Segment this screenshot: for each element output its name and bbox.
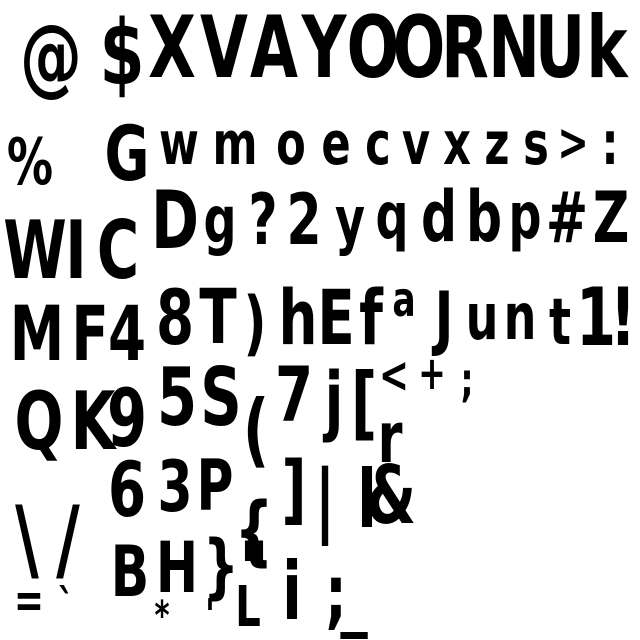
glyph-upper-s: S — [200, 351, 242, 444]
glyph-upper-k: K — [70, 375, 116, 468]
glyph-upper-a: A — [250, 0, 298, 98]
glyph-lower-d: d — [420, 176, 458, 258]
glyph-question-mark: ? — [248, 179, 278, 261]
glyph-upper-p: P — [196, 445, 234, 527]
glyph-lower-s: s — [523, 109, 549, 179]
glyph-digit-7: 7 — [274, 350, 314, 439]
glyph-upper-l: L — [235, 575, 261, 640]
glyph-equals: = — [13, 571, 45, 629]
glyph-upper-n: N — [488, 0, 540, 98]
glyph-upper-w: W — [3, 204, 67, 297]
glyph-pipe: | — [314, 453, 336, 546]
glyph-at: @ — [20, 6, 82, 106]
glyph-digit-1: 1 — [575, 271, 617, 364]
glyph-colon: : — [601, 109, 619, 179]
glyph-right-bracket: ] — [281, 444, 307, 533]
glyph-apostrophe: ' — [205, 590, 215, 640]
glyph-atlas: @ $ X V A Y O O R N Uk% Gw m o e c v x z s >: W I C Dg? 2 y q d b p # Z M… — [0, 0, 640, 640]
glyph-slash: / — [56, 487, 80, 592]
glyph-upper-f: F — [71, 289, 109, 378]
glyph-dollar: $ — [99, 1, 145, 106]
glyph-ampersand: & — [365, 449, 417, 542]
glyph-lower-u: u — [465, 281, 499, 355]
glyph-lower-m: m — [212, 109, 258, 179]
glyph-upper-q: Q — [14, 375, 64, 468]
glyph-upper-m: M — [9, 289, 65, 378]
glyph-backtick: ` — [57, 579, 75, 633]
glyph-lower-x: x — [443, 109, 471, 179]
glyph-upper-u: U — [534, 0, 586, 98]
glyph-lower-i: i — [282, 545, 302, 638]
glyph-lower-h: h — [278, 273, 318, 362]
glyph-upper-e: E — [317, 273, 355, 362]
glyph-lower-a: a — [392, 272, 416, 328]
glyph-lower-j: j — [324, 355, 344, 444]
glyph-lower-q: q — [375, 180, 409, 254]
glyph-underscore: _ — [340, 550, 368, 639]
glyph-digit-8: 8 — [155, 273, 195, 362]
glyph-lower-n: n — [503, 281, 537, 355]
glyph-upper-v: V — [200, 0, 248, 98]
glyph-hash: # — [545, 177, 589, 259]
glyph-plus: + — [418, 346, 446, 400]
glyph-upper-c: C — [96, 204, 140, 297]
glyph-upper-o: O — [392, 0, 446, 98]
glyph-asterisk: * — [154, 593, 170, 639]
glyph-lower-c: c — [365, 109, 391, 179]
glyph-lower-o: o — [276, 109, 306, 179]
glyph-upper-z: Z — [592, 177, 630, 259]
glyph-upper-g: G — [104, 109, 150, 198]
glyph-upper-y: Y — [301, 0, 347, 98]
glyph-lower-v: v — [401, 109, 431, 179]
glyph-lower-e: e — [321, 109, 351, 179]
glyph-upper-o: O — [346, 0, 400, 98]
glyph-lower-p: p — [508, 180, 542, 254]
glyph-exclamation: ! — [609, 271, 637, 364]
glyph-lower-t: t — [548, 286, 572, 360]
glyph-digit-5: 5 — [156, 351, 198, 444]
glyph-upper-x: X — [148, 0, 196, 98]
glyph-upper-d: D — [151, 174, 199, 267]
glyph-right-paren: ) — [243, 282, 267, 364]
glyph-lower-w: w — [159, 109, 199, 179]
glyph-upper-t: T — [199, 272, 237, 361]
glyph-lower-k: k — [586, 0, 628, 98]
glyph-digit-2: 2 — [286, 179, 322, 261]
glyph-upper-r: R — [441, 0, 489, 98]
glyph-left-paren: ( — [242, 383, 270, 476]
glyph-upper-b: B — [110, 531, 150, 613]
glyph-upper-i: I — [65, 204, 87, 297]
glyph-lower-z: z — [484, 109, 510, 179]
glyph-digit-4: 4 — [107, 289, 147, 378]
glyph-digit-6: 6 — [107, 445, 147, 534]
glyph-less-than: < — [378, 346, 410, 404]
glyph-left-bracket: [ — [350, 356, 378, 449]
glyph-lower-y: y — [334, 184, 366, 258]
glyph-percent: % — [6, 126, 54, 200]
glyph-semicolon: ; — [460, 353, 474, 407]
glyph-lower-g: g — [203, 184, 237, 258]
glyph-greater-than: > — [557, 113, 589, 173]
glyph-digit-3: 3 — [157, 446, 193, 528]
glyph-lower-b: b — [465, 176, 503, 258]
